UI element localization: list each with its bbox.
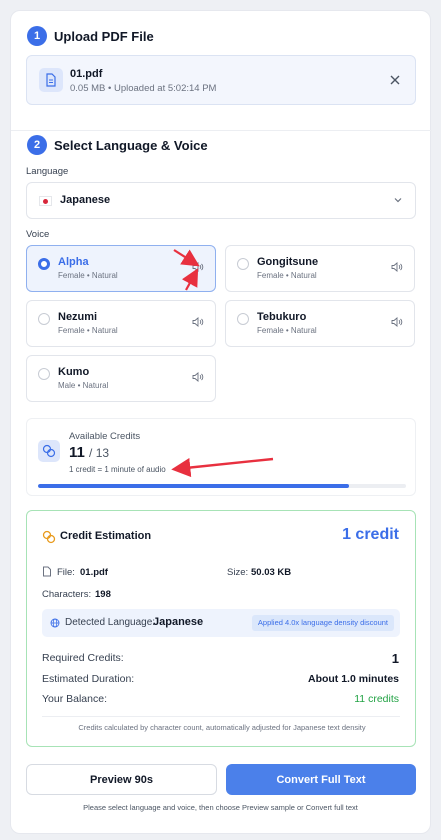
balance-label: Your Balance: (42, 693, 107, 705)
speaker-icon[interactable] (192, 316, 204, 328)
estimation-title: Credit Estimation (60, 530, 152, 542)
remove-file-button[interactable] (387, 72, 403, 88)
voice-option-gongitsune[interactable]: Gongitsune Female • Natural (225, 245, 415, 292)
voice-desc: Female • Natural (257, 326, 317, 335)
required-credits-label: Required Credits: (42, 652, 124, 664)
step-2-title: Select Language & Voice (54, 138, 208, 153)
language-value: Japanese (60, 194, 111, 206)
voice-option-kumo[interactable]: Kumo Male • Natural (26, 355, 216, 402)
voice-name: Kumo (58, 366, 90, 378)
action-hint: Please select language and voice, then c… (83, 803, 358, 812)
preview-button[interactable]: Preview 90s (26, 764, 217, 795)
discount-badge: Applied 4.0x language density discount (251, 615, 394, 631)
voice-desc: Female • Natural (58, 271, 118, 280)
voice-name: Tebukuro (257, 311, 307, 323)
voice-desc: Female • Natural (58, 326, 118, 335)
radio-unselected[interactable] (38, 368, 50, 380)
step-1-badge: 1 (27, 26, 47, 46)
characters-label: Characters: (42, 589, 92, 600)
file-icon (43, 566, 51, 577)
voice-desc: Male • Natural (58, 381, 109, 390)
file-value: 01.pdf (80, 567, 108, 578)
radio-selected[interactable] (38, 258, 50, 270)
voice-label: Voice (26, 229, 50, 240)
coins-icon (38, 440, 60, 462)
coins-icon (42, 530, 56, 544)
radio-unselected[interactable] (38, 313, 50, 325)
size-label: Size: (227, 567, 249, 578)
radio-unselected[interactable] (237, 313, 249, 325)
radio-unselected[interactable] (237, 258, 249, 270)
step-1-title: Upload PDF File (54, 29, 154, 44)
characters-value: 198 (95, 589, 111, 600)
size-value: 50.03 KB (251, 567, 292, 578)
step-2-badge: 2 (27, 135, 47, 155)
language-label: Language (26, 166, 69, 177)
estimation-footnote: Credits calculated by character count, a… (78, 723, 366, 732)
required-credits-value: 1 (391, 651, 399, 666)
voice-desc: Female • Natural (257, 271, 317, 280)
credit-estimation-card: Credit Estimation 1 credit File: 01.pdf … (26, 510, 416, 747)
detected-language-bar: Detected Language: Japanese Applied 4.0x… (42, 609, 400, 637)
voice-name: Nezumi (58, 311, 98, 323)
credits-progress-bar (38, 484, 406, 488)
japan-flag-icon (39, 196, 52, 206)
voice-name: Gongitsune (257, 256, 319, 268)
duration-label: Estimated Duration: (42, 673, 135, 685)
speaker-icon[interactable] (391, 261, 403, 273)
credits-label: Available Credits (69, 431, 141, 442)
file-meta: 0.05 MB • Uploaded at 5:02:14 PM (70, 83, 217, 94)
credits-available: 11 (69, 444, 85, 461)
voice-option-alpha[interactable]: Alpha Female • Natural (26, 245, 216, 292)
credits-note: 1 credit = 1 minute of audio (69, 465, 166, 474)
voice-name: Alpha (58, 256, 89, 268)
balance-value: 11 credits (354, 693, 399, 705)
speaker-icon[interactable] (192, 261, 204, 273)
section-divider (11, 130, 432, 131)
chevron-down-icon (394, 198, 402, 203)
document-icon (39, 68, 63, 92)
estimation-divider (42, 716, 400, 717)
language-select[interactable]: Japanese (26, 182, 416, 219)
available-credits-card: Available Credits 11 / 13 1 credit = 1 m… (26, 418, 416, 496)
voice-option-nezumi[interactable]: Nezumi Female • Natural (26, 300, 216, 347)
detected-language-value: Japanese (153, 616, 204, 628)
speaker-icon[interactable] (192, 371, 204, 383)
uploaded-file-card: 01.pdf 0.05 MB • Uploaded at 5:02:14 PM (26, 55, 416, 105)
convert-button[interactable]: Convert Full Text (226, 764, 416, 795)
file-label: File: (57, 567, 75, 578)
voice-option-tebukuro[interactable]: Tebukuro Female • Natural (225, 300, 415, 347)
file-name: 01.pdf (70, 68, 103, 80)
globe-icon (50, 618, 60, 628)
close-icon (390, 75, 400, 85)
credits-total: / 13 (89, 446, 110, 460)
detected-language-label: Detected Language: (65, 617, 156, 628)
credits-progress-fill (38, 484, 350, 488)
credits-count: 11 / 13 (69, 444, 109, 461)
duration-value: About 1.0 minutes (307, 673, 399, 685)
speaker-icon[interactable] (391, 316, 403, 328)
estimation-total: 1 credit (342, 526, 399, 543)
